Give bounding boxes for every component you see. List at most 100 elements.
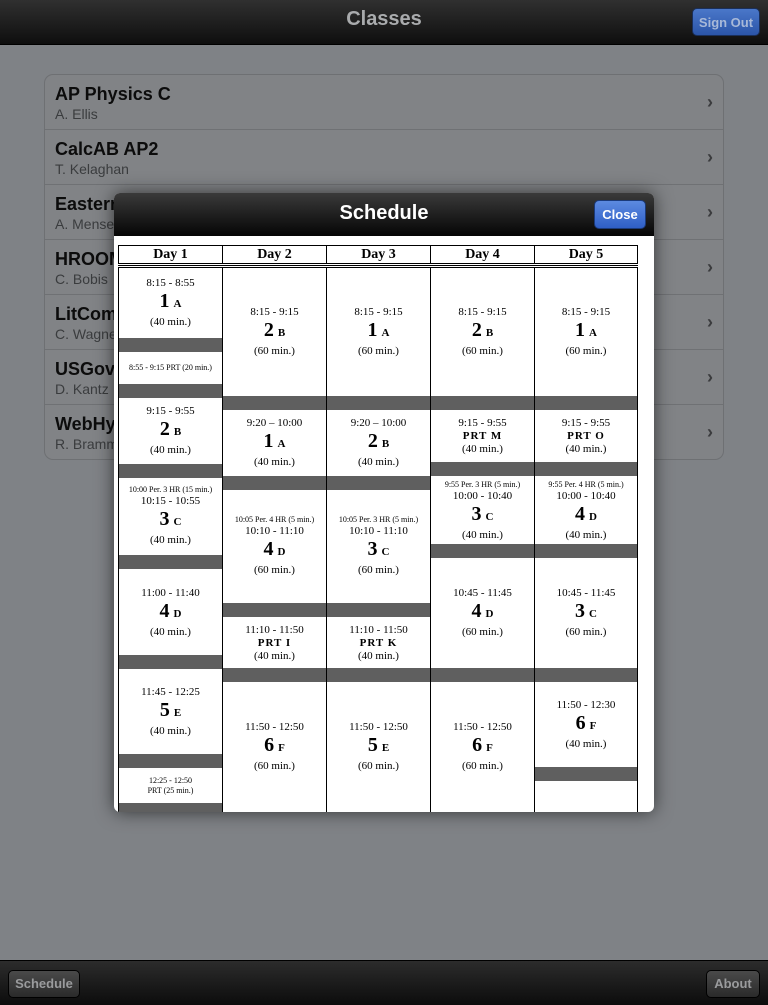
day-column: 8:15 - 9:15 1 A (60 min.) 9:20 – 10:00 2 B (40 … [326,268,431,812]
period-number: 1A [264,430,286,456]
time-range: 11:50 - 12:50 [245,721,304,733]
duration: (60 min.) [254,564,295,576]
day-column: 8:15 - 9:15 1 A (60 min.) 9:15 - 9:55 PRT O (4… [534,268,638,812]
class-row[interactable]: CalcAB AP2 T. Kelaghan › [45,130,723,185]
period-letter: B [381,438,390,450]
schedule-cell: 8:15 - 9:15 2 B (60 min.) [223,268,326,396]
period-letter: B [277,327,286,339]
break-bar [535,462,637,476]
time-range: 11:10 - 11:50 [245,623,304,636]
prt-note: PRT (25 min.) [147,785,194,795]
schedule-cell: 11:10 - 11:50 PRT K (40 min.) [327,618,430,668]
period-digit: 6 [472,734,483,756]
period-number: 1A [160,290,182,316]
navigation-bar: Classes Sign Out [0,0,768,45]
schedule-cell: 11:45 - 12:25 5 E (40 min.) [119,670,222,754]
class-teacher: C. Wagne [55,326,117,342]
schedule-cell: 11:50 - 12:30 6 F (40 min.) [535,682,637,767]
period-digit: 3 [159,508,170,530]
break-bar [327,603,430,617]
break-bar [327,668,430,682]
class-title: CalcAB AP2 [55,139,159,159]
period-number: 5E [160,699,181,725]
homeroom-note: 10:05 Per. 3 HR (5 min.) [338,515,419,524]
period-number: 5E [368,734,389,760]
homeroom-note: 9:55 Per. 4 HR (5 min.) [548,479,624,489]
prt-label: PRT K [359,636,398,649]
schedule-cell: 9:15 - 9:55 PRT M (40 min.) [431,410,534,462]
day-column: 8:15 - 8:55 1 A (40 min.) 8:55 - 9:15 PRT (2… [118,268,223,812]
class-row[interactable]: AP Physics C A. Ellis › [45,75,723,130]
period-digit: 4 [575,502,586,525]
time-range: 8:15 - 9:15 [561,306,611,318]
duration: (40 min.) [462,442,503,455]
close-button[interactable]: Close [594,200,646,229]
schedule-cell: 10:05 Per. 4 HR (5 min.) 10:10 - 11:10 4 D(… [223,489,326,603]
time-range: 10:00 - 10:40 [556,489,616,502]
period-letter: D [485,607,494,620]
period-number: 1A [575,319,597,345]
time-range: 11:50 - 12:50 [349,721,408,733]
duration: (40 min.) [358,649,399,662]
period-digit: 3 [575,599,586,622]
time-range: 8:15 - 8:55 [146,277,195,289]
class-title: LitCom [55,304,117,324]
schedule-grid[interactable]: Day 1 Day 2 Day 3 Day 4 Day 5 8:15 - 8:55 1 A (4… [118,245,638,812]
class-teacher: R. Bramm [55,436,118,452]
period-digit: 1 [575,319,586,341]
break-bar [431,462,534,476]
break-bar [535,767,637,781]
time-range: 9:20 – 10:00 [350,417,407,429]
page-title: Classes [346,8,422,30]
period-digit: 1 [159,290,170,312]
time-range: 9:15 - 9:55 [458,416,507,429]
duration: (60 min.) [462,760,503,772]
period-letter: F [278,742,285,754]
period-digit: 5 [159,699,170,721]
period-number: 6F [576,712,597,738]
homeroom-note: 10:00 Per. 3 HR (15 min.) [128,485,213,494]
period-number: 6F [264,734,285,760]
duration: (40 min.) [150,534,191,546]
class-teacher: D. Kantz [55,381,109,397]
time-range: 10:00 - 10:40 [452,489,513,502]
time-range: 10:45 - 11:45 [453,586,512,599]
time-range: 10:10 - 11:10 [245,525,304,537]
period-letter: C [173,516,182,528]
schedule-cell: 11:50 - 12:50 6 F (60 min.) [431,682,534,812]
duration: (60 min.) [254,345,295,357]
day-header: Day 2 [222,245,327,264]
chevron-right-icon: › [707,367,713,387]
period-letter: B [173,426,182,438]
period-letter: E [381,742,390,754]
sign-out-button[interactable]: Sign Out [692,8,760,36]
period-letter: D [277,546,286,558]
duration: (60 min.) [565,625,607,638]
schedule-cell: 11:50 - 12:50 5 E (60 min.) [327,682,430,812]
time-range: 9:15 - 9:55 [561,416,611,429]
period-number: 6F [472,734,493,760]
break-bar [119,754,222,768]
time-range: 10:45 - 11:45 [556,586,616,599]
period-number: 1A [368,319,390,345]
schedule-cell: 9:20 – 10:00 1 A (40 min.) [223,410,326,476]
period-digit: 1 [263,430,274,452]
duration: (40 min.) [254,456,295,468]
break-bar [223,668,326,682]
chevron-right-icon: › [707,312,713,332]
time-range: 9:15 - 9:55 [146,405,195,417]
about-button[interactable]: About [706,970,760,998]
period-letter: A [173,298,182,310]
schedule-cell: 10:00 Per. 3 HR (15 min.) 10:15 - 10:55 3 C… [119,477,222,555]
prt-label: PRT I [257,636,292,649]
period-number: 3C [472,503,494,529]
period-letter: C [485,510,494,523]
break-bar [119,464,222,478]
period-letter: F [486,742,493,754]
duration: (60 min.) [358,564,399,576]
period-number: 4D [575,503,597,529]
homeroom-note: 12:25 - 12:50 [148,775,193,785]
schedule-button[interactable]: Schedule [8,970,80,998]
schedule-cell: 11:00 - 11:40 4 D (40 min.) [119,570,222,655]
schedule-cell: 10:45 - 11:45 3 C (60 min.) [535,557,637,668]
